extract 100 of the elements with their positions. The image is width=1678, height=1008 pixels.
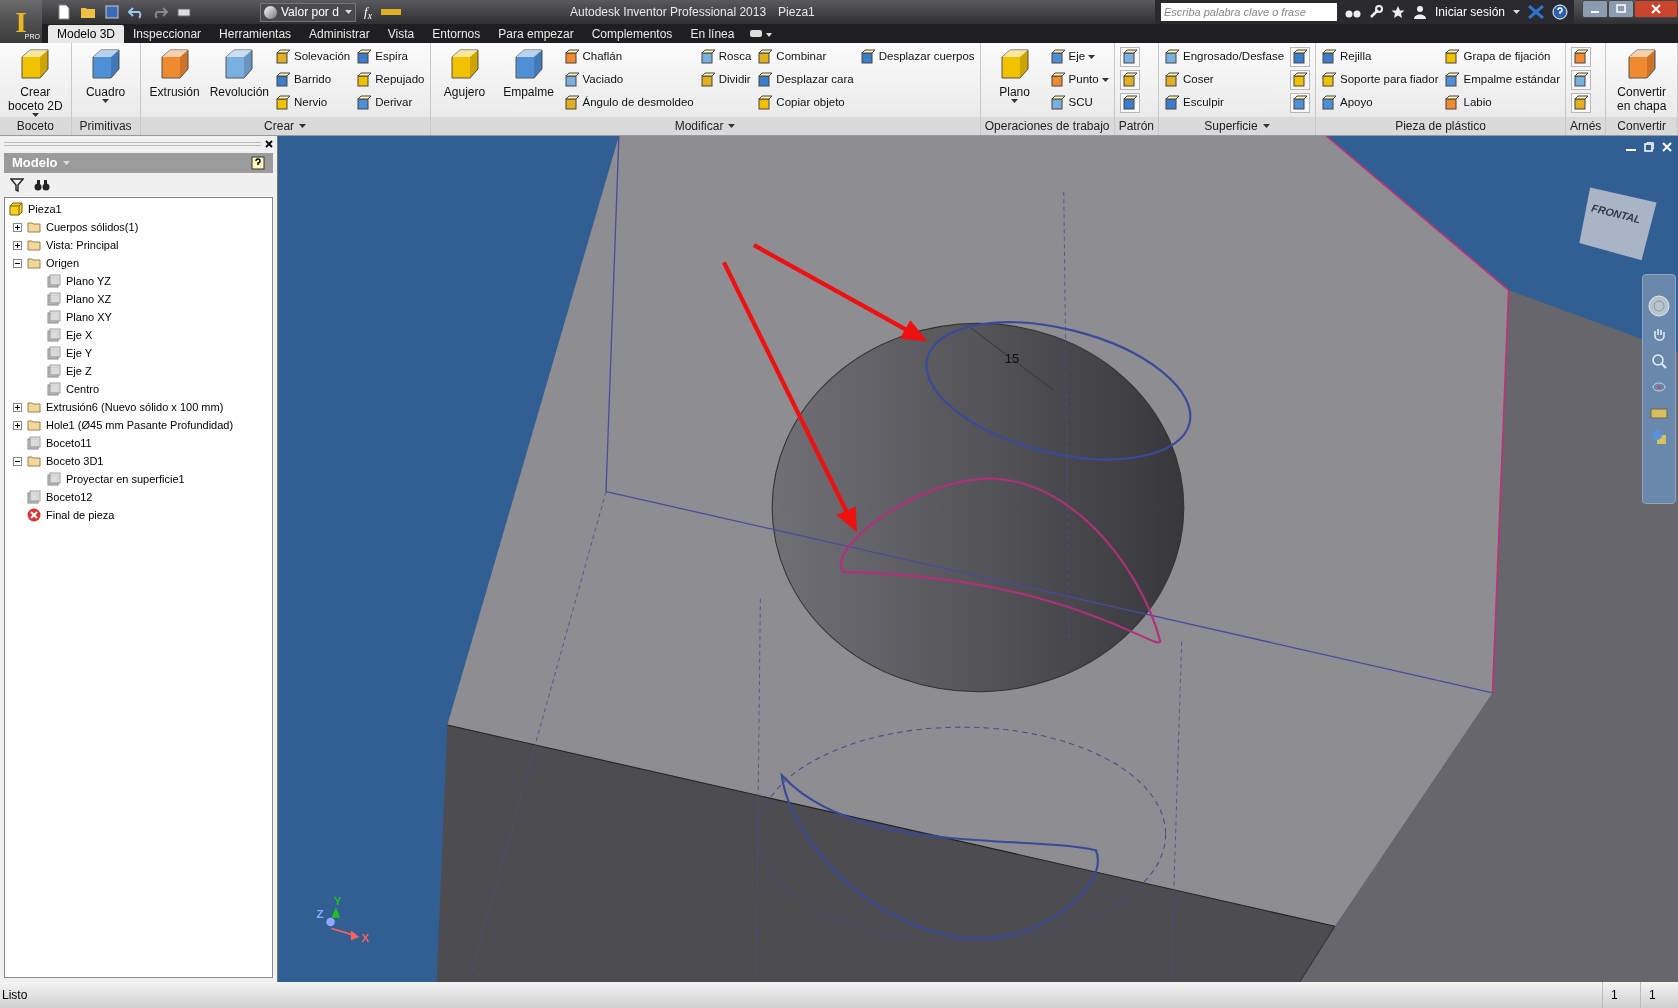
ribbon-icon-button[interactable] bbox=[1571, 70, 1591, 90]
panel-title[interactable]: Arnés bbox=[1566, 117, 1606, 135]
ribbon-tab[interactable]: En línea bbox=[681, 25, 744, 43]
panel-title[interactable]: Superficie bbox=[1159, 117, 1316, 135]
ribbon-tool-button[interactable]: Dividir bbox=[699, 70, 752, 90]
wrench-icon[interactable] bbox=[1368, 5, 1383, 19]
panel-title[interactable]: Crear bbox=[140, 117, 430, 135]
tree-item[interactable]: Eje X bbox=[66, 326, 93, 344]
tree-item[interactable]: Eje Y bbox=[66, 344, 93, 362]
ribbon-tool-button[interactable]: Eje bbox=[1049, 47, 1109, 67]
ribbon-large-button[interactable]: Plano bbox=[983, 43, 1046, 117]
tree-item[interactable]: Hole1 (Ø45 mm Pasante Profundidad) bbox=[46, 416, 234, 434]
redo-icon[interactable] bbox=[152, 4, 168, 20]
hand-icon[interactable] bbox=[1651, 327, 1667, 343]
user-icon[interactable] bbox=[1412, 5, 1427, 19]
close-icon[interactable] bbox=[1634, 0, 1678, 18]
ribbon-large-button[interactable]: Crear boceto 2D bbox=[3, 43, 68, 117]
tree-item[interactable]: Extrusión6 (Nuevo sólido x 100 mm) bbox=[46, 398, 224, 416]
ruler-icon[interactable] bbox=[379, 6, 402, 18]
collapse-toggle[interactable] bbox=[13, 456, 22, 466]
tree-item[interactable]: Pieza1 bbox=[28, 200, 62, 218]
ribbon-icon-button[interactable] bbox=[1290, 47, 1311, 67]
ribbon-tool-button[interactable]: Labio bbox=[1444, 93, 1560, 113]
ribbon-tab[interactable]: Entornos bbox=[423, 25, 490, 43]
new-file-icon[interactable] bbox=[56, 4, 72, 20]
ribbon-icon-button[interactable] bbox=[1119, 70, 1140, 90]
ribbon-tool-button[interactable]: Desplazar cuerpos bbox=[859, 47, 975, 67]
star-icon[interactable] bbox=[1390, 5, 1405, 19]
ribbon-large-button[interactable]: Convertir en chapa bbox=[1609, 43, 1674, 117]
ribbon-tool-button[interactable]: Grapa de fijación bbox=[1444, 47, 1560, 67]
panel-title[interactable]: Operaciones de trabajo bbox=[980, 117, 1114, 135]
expand-toggle[interactable] bbox=[13, 420, 22, 430]
ribbon-icon-button[interactable] bbox=[1290, 93, 1311, 113]
ribbon-tool-button[interactable]: Chaflán bbox=[563, 47, 694, 67]
ribbon-tool-button[interactable]: Desplazar cara bbox=[757, 70, 854, 90]
ribbon-tab[interactable]: Inspeccionar bbox=[124, 25, 211, 43]
undo-icon[interactable] bbox=[128, 4, 144, 20]
tree-item[interactable]: Origen bbox=[46, 254, 80, 272]
maximize-icon[interactable] bbox=[1608, 0, 1634, 18]
ribbon-tool-button[interactable]: Ángulo de desmoldeo bbox=[563, 93, 694, 113]
formula-button[interactable]: f$_{x}$ bbox=[364, 2, 372, 22]
tree-item[interactable]: Boceto 3D1 bbox=[46, 452, 104, 470]
ribbon-tool-button[interactable]: Apoyo bbox=[1321, 93, 1439, 113]
ribbon-tool-button[interactable]: Espira bbox=[356, 47, 425, 67]
ribbon-large-button[interactable]: Cuadro bbox=[74, 43, 137, 117]
ribbon-tab[interactable]: Modelo 3D bbox=[48, 25, 125, 43]
minimize-icon[interactable] bbox=[1582, 0, 1608, 18]
save-icon[interactable] bbox=[104, 4, 120, 20]
steering-wheel-icon[interactable] bbox=[1648, 295, 1670, 317]
panel-title[interactable]: Boceto bbox=[0, 117, 71, 135]
binoculars-icon[interactable] bbox=[34, 178, 50, 192]
ribbon-tool-button[interactable]: Derivar bbox=[356, 93, 425, 113]
panel-title[interactable]: Pieza de plástico bbox=[1316, 117, 1565, 135]
ribbon-large-button[interactable]: Empalme bbox=[497, 43, 560, 117]
ribbon-tool-button[interactable]: Nervio bbox=[275, 93, 351, 113]
search-field[interactable]: Escriba palabra clave o frase bbox=[1160, 3, 1337, 21]
zoom-icon[interactable] bbox=[1651, 353, 1667, 369]
ribbon-icon-button[interactable] bbox=[1119, 47, 1140, 67]
ribbon-tab[interactable]: Administrar bbox=[300, 25, 379, 43]
ribbon-icon-button[interactable] bbox=[1290, 70, 1311, 90]
ribbon-tab[interactable]: Para empezar bbox=[489, 25, 583, 43]
panel-title[interactable]: Convertir bbox=[1606, 117, 1677, 135]
ribbon-icon-button[interactable] bbox=[1119, 93, 1140, 113]
ribbon-large-button[interactable]: Extrusión bbox=[143, 43, 206, 117]
ribbon-tool-button[interactable]: Punto bbox=[1049, 70, 1109, 90]
style-dropdown[interactable]: Valor por d bbox=[260, 2, 356, 22]
ribbon-tool-button[interactable]: Esculpir bbox=[1164, 93, 1285, 113]
tree-item[interactable]: Plano XZ bbox=[66, 290, 112, 308]
panel-title[interactable]: Modificar bbox=[430, 117, 980, 135]
ribbon-large-button[interactable]: Revolución bbox=[207, 43, 271, 117]
tree-item[interactable]: Cuerpos sólidos(1) bbox=[46, 218, 139, 236]
ribbon-tab[interactable]: Herramientas bbox=[210, 25, 301, 43]
ribbon-tool-button[interactable]: Soporte para fiador bbox=[1321, 70, 1439, 90]
ribbon-tool-button[interactable]: Empalme estándar bbox=[1444, 70, 1560, 90]
ribbon-tool-button[interactable]: Repujado bbox=[356, 70, 425, 90]
ribbon-icon-button[interactable] bbox=[1571, 47, 1591, 67]
panel-title[interactable]: Patrón bbox=[1114, 117, 1158, 135]
ribbon-tool-button[interactable]: Barrido bbox=[275, 70, 351, 90]
tree-item[interactable]: Plano YZ bbox=[66, 272, 112, 290]
tree-item[interactable]: Eje Z bbox=[66, 362, 92, 380]
help-icon[interactable] bbox=[251, 156, 265, 170]
panel-title[interactable]: Primitivas bbox=[71, 117, 140, 135]
close-icon[interactable] bbox=[265, 140, 273, 148]
tree-item[interactable]: Final de pieza bbox=[46, 506, 115, 524]
sign-in-button[interactable]: Iniciar sesión bbox=[1434, 3, 1505, 21]
tree-item[interactable]: Plano XY bbox=[66, 308, 112, 326]
ribbon-tool-button[interactable]: Combinar bbox=[757, 47, 854, 67]
ribbon-tab[interactable]: Vista bbox=[378, 25, 424, 43]
ribbon-large-button[interactable]: Agujero bbox=[433, 43, 496, 117]
tree-item[interactable]: Proyectar en superficie1 bbox=[66, 470, 185, 488]
tree-item[interactable]: Vista: Principal bbox=[46, 236, 119, 254]
tree-item[interactable]: Centro bbox=[66, 380, 100, 398]
ribbon-icon-button[interactable] bbox=[1571, 93, 1591, 113]
restore-icon[interactable] bbox=[1644, 142, 1654, 152]
ribbon-tab[interactable]: Complementos bbox=[582, 25, 682, 43]
ribbon-tool-button[interactable]: Copiar objeto bbox=[757, 93, 854, 113]
ribbon-tool-button[interactable]: Engrosado/Desfase bbox=[1164, 47, 1285, 67]
ribbon-tool-button[interactable]: Rejilla bbox=[1321, 47, 1439, 67]
tree-item[interactable]: Boceto12 bbox=[46, 488, 93, 506]
expand-toggle[interactable] bbox=[13, 240, 22, 250]
